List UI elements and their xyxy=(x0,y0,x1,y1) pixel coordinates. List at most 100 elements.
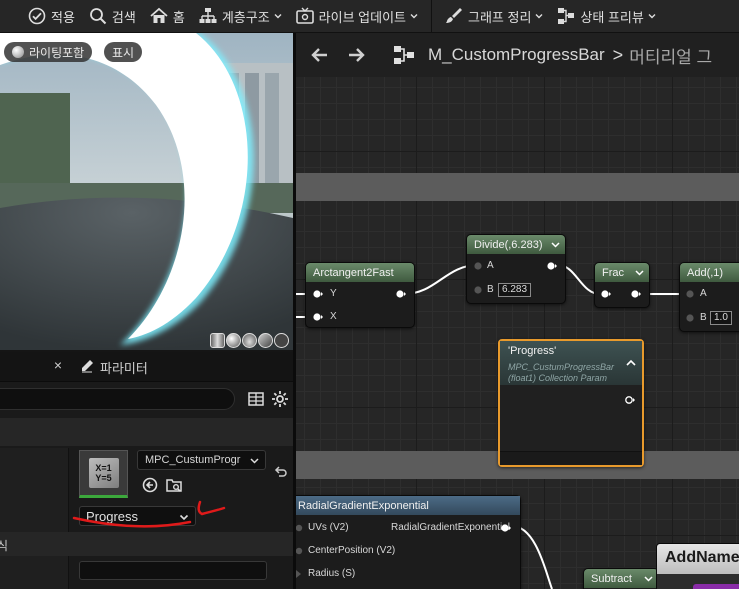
input-b-value-field[interactable]: 1.0 xyxy=(710,311,732,325)
node-graph-icon xyxy=(557,7,575,25)
use-selected-asset-icon[interactable] xyxy=(142,477,158,493)
thumb-line-1: X=1 xyxy=(95,463,112,473)
output-pin[interactable] xyxy=(396,290,406,298)
parameter-name-dropdown[interactable]: Progress xyxy=(79,506,196,526)
clean-graph-label: 그래프 정리 xyxy=(468,9,532,25)
details-tab-bar: × 파라미터 xyxy=(0,352,293,382)
input-label-b: B xyxy=(700,312,707,323)
lit-mode-button[interactable]: 라이팅포함 xyxy=(4,42,93,62)
expression-category-label: 식 xyxy=(0,539,9,553)
settings-gear-icon[interactable] xyxy=(271,390,289,408)
chevron-down-icon[interactable] xyxy=(635,268,644,277)
show-label: 표시 xyxy=(112,45,135,60)
input-pin[interactable] xyxy=(601,290,611,298)
home-button[interactable]: 홈 xyxy=(143,0,192,33)
search-label: 검색 xyxy=(111,9,136,25)
collection-asset-thumbnail[interactable]: X=1 Y=5 xyxy=(79,450,128,498)
collection-asset-value: MPC_CustumProgr xyxy=(145,454,241,466)
reset-to-default-icon[interactable] xyxy=(274,465,288,479)
input-pin-radius[interactable] xyxy=(296,570,305,578)
arctangent2fast-node[interactable]: Arctangent2Fast Y X xyxy=(305,262,415,328)
details-search-input[interactable] xyxy=(0,388,235,410)
frac-node[interactable]: Frac xyxy=(594,262,650,308)
chevron-down-icon xyxy=(410,14,418,19)
hierarchy-label: 계층구조 xyxy=(221,9,270,25)
input-label-center: CenterPosition (V2) xyxy=(308,545,396,556)
add-node[interactable]: Add(,1) A B 1.0 xyxy=(679,262,739,332)
output-label: RadialGradientExponential xyxy=(391,522,510,533)
apply-label: 적용 xyxy=(51,9,75,25)
details-category-header[interactable] xyxy=(0,418,293,446)
input-pin-b[interactable] xyxy=(686,314,696,322)
chevron-down-icon xyxy=(179,514,189,521)
input-label-radius: Radius (S) xyxy=(308,568,356,579)
progress-collection-parameter-node[interactable]: 'Progress' MPC_CustumProgressBar (float1… xyxy=(498,339,644,467)
pencil-icon xyxy=(80,359,94,376)
progress-node-title: 'Progress' xyxy=(508,345,557,357)
desc-text-field[interactable] xyxy=(79,561,267,580)
sphere-preview-icon[interactable] xyxy=(226,333,241,348)
input-label-b: B xyxy=(487,284,494,295)
teapot-preview-icon[interactable] xyxy=(274,333,289,348)
close-tab-button[interactable]: × xyxy=(51,358,65,372)
lit-sphere-icon xyxy=(12,46,24,58)
chevron-down-icon[interactable] xyxy=(551,240,560,249)
add-named-title: AddName xyxy=(657,544,739,574)
chevron-down-icon[interactable] xyxy=(644,574,653,583)
parameters-tab-label: 파라미터 xyxy=(100,360,148,376)
cube-preview-icon[interactable] xyxy=(258,333,273,348)
toolbar-separator xyxy=(431,0,432,33)
radial-gradient-exponential-node[interactable]: RadialGradientExponential UVs (V2) Cente… xyxy=(296,495,521,589)
thumb-line-2: Y=5 xyxy=(95,473,112,483)
input-pin-a[interactable] xyxy=(474,262,484,270)
browse-asset-icon[interactable] xyxy=(166,477,182,493)
input-label-x: X xyxy=(330,311,337,322)
input-pin-center[interactable] xyxy=(296,547,305,555)
input-pin-a[interactable] xyxy=(686,290,696,298)
output-pin[interactable] xyxy=(625,396,635,404)
input-b-value-field[interactable]: 6.283 xyxy=(498,283,532,297)
check-circle-icon xyxy=(28,7,46,25)
chevron-down-icon xyxy=(274,14,282,19)
divide-node[interactable]: Divide(,6.283) A B 6.283 xyxy=(466,234,566,304)
progress-node-collection: MPC_CustumProgressBar xyxy=(508,362,615,372)
cylinder-preview-icon[interactable] xyxy=(210,333,225,348)
details-panel: × 파라미터 X=1 Y=5 MPC_CustumProgr Progress xyxy=(0,352,293,589)
output-pin[interactable] xyxy=(501,524,511,532)
home-label: 홈 xyxy=(172,9,185,25)
expression-category-header[interactable] xyxy=(0,532,293,556)
add-named-node[interactable]: AddName xyxy=(656,543,739,589)
input-pin-x[interactable] xyxy=(313,313,323,321)
tab-parameters[interactable]: 파라미터 xyxy=(72,352,156,382)
output-pin[interactable] xyxy=(631,290,641,298)
input-pin-uvs[interactable] xyxy=(296,524,305,532)
progress-node-header: 'Progress' MPC_CustumProgressBar (float1… xyxy=(500,341,642,385)
input-pin-b[interactable] xyxy=(474,286,484,294)
property-column-divider[interactable] xyxy=(68,448,69,589)
chevron-up-icon[interactable] xyxy=(626,359,636,367)
show-button[interactable]: 표시 xyxy=(104,42,143,62)
apply-button[interactable]: 적용 xyxy=(0,0,82,33)
table-view-icon[interactable] xyxy=(247,390,265,408)
input-label-a: A xyxy=(487,260,494,271)
input-label-uvs: UVs (V2) xyxy=(308,522,349,533)
hierarchy-dropdown[interactable]: 계층구조 xyxy=(192,0,289,33)
live-update-label: 라이브 업데이트 xyxy=(318,9,406,25)
chevron-down-icon xyxy=(535,14,543,19)
subtract-node[interactable]: Subtract xyxy=(583,568,659,589)
named-reroute-pin[interactable] xyxy=(693,584,739,589)
preview-state-dropdown[interactable]: 상태 프리뷰 xyxy=(550,0,662,33)
preview-state-label: 상태 프리뷰 xyxy=(580,9,644,25)
material-graph-editor[interactable]: M_CustomProgressBar > 머티리얼 그 Arctangent2… xyxy=(296,33,739,589)
collection-asset-dropdown[interactable]: MPC_CustumProgr xyxy=(137,450,266,470)
input-pin-y[interactable] xyxy=(313,290,323,298)
plane-preview-icon[interactable] xyxy=(242,333,257,348)
material-preview-viewport[interactable]: 라이팅포함 표시 xyxy=(0,33,293,350)
lit-mode-label: 라이팅포함 xyxy=(29,45,85,60)
add-title: Add(,1) xyxy=(680,263,739,282)
hierarchy-icon xyxy=(199,7,217,25)
search-button[interactable]: 검색 xyxy=(82,0,143,33)
output-pin[interactable] xyxy=(547,262,557,270)
live-update-dropdown[interactable]: 라이브 업데이트 xyxy=(289,0,425,33)
clean-graph-dropdown[interactable]: 그래프 정리 xyxy=(438,0,550,33)
